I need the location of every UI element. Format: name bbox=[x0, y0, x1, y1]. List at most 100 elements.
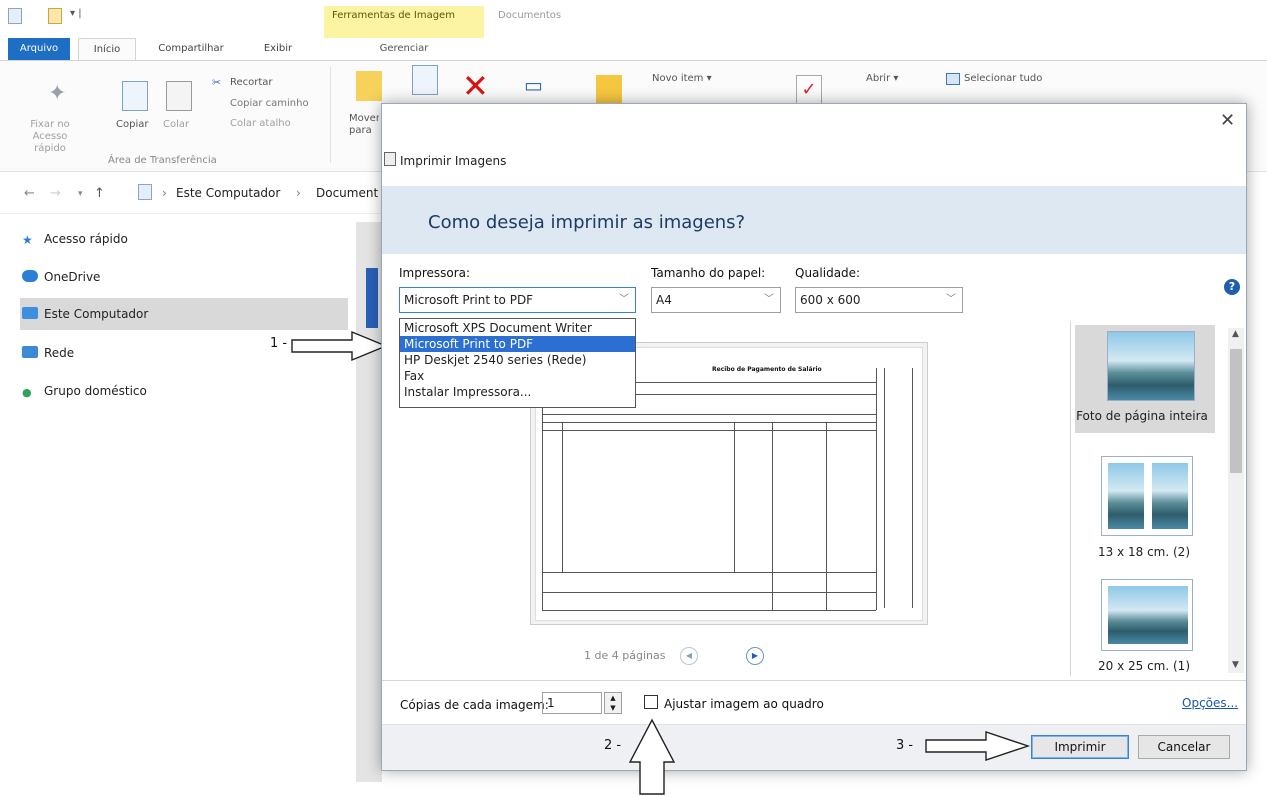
print-button[interactable]: Imprimir bbox=[1031, 735, 1129, 759]
paste-label[interactable]: Colar bbox=[163, 119, 189, 130]
layout-thumb-13x18[interactable] bbox=[1101, 456, 1193, 536]
move-icon[interactable] bbox=[356, 71, 382, 101]
printer-option[interactable]: HP Deskjet 2540 series (Rede) bbox=[400, 352, 635, 368]
tab-arquivo[interactable]: Arquivo bbox=[8, 38, 70, 60]
help-icon[interactable]: ? bbox=[1224, 279, 1240, 295]
cloud-icon bbox=[22, 270, 38, 282]
new-folder-icon[interactable] bbox=[596, 75, 622, 105]
cancel-button[interactable]: Cancelar bbox=[1138, 735, 1230, 759]
options-link[interactable]: Opções... bbox=[1182, 696, 1238, 710]
copy-path-label[interactable]: Copiar caminho bbox=[230, 98, 309, 109]
printer-dropdown-list: Microsoft XPS Document Writer Microsoft … bbox=[399, 318, 636, 408]
paste-icon[interactable] bbox=[166, 81, 192, 111]
paper-size-label: Tamanho do papel: bbox=[651, 266, 766, 280]
scrollbar-thumb[interactable] bbox=[1230, 349, 1242, 473]
print-pictures-dialog: ✕ Imprimir Imagens Como deseja imprimir … bbox=[381, 103, 1247, 771]
copy-icon[interactable] bbox=[122, 81, 148, 111]
folder-icon[interactable] bbox=[48, 8, 62, 24]
nav-item-onedrive[interactable]: OneDrive bbox=[22, 262, 342, 292]
layout-label[interactable]: 13 x 18 cm. (2) bbox=[1069, 545, 1219, 559]
copy-to-icon[interactable] bbox=[412, 65, 438, 95]
tab-inicio[interactable]: Início bbox=[78, 38, 136, 60]
chevron-down-icon: ﹀ bbox=[946, 294, 956, 305]
up-icon[interactable]: ↑ bbox=[94, 186, 105, 201]
breadcrumb-documents[interactable]: Document bbox=[316, 186, 378, 200]
computer-icon bbox=[138, 184, 152, 200]
next-page-icon[interactable]: ▶ bbox=[746, 647, 764, 665]
paper-size-select[interactable]: A4 ﹀ bbox=[651, 287, 781, 313]
network-icon bbox=[22, 346, 38, 358]
preview-document-title: Recibo de Pagamento de Salário bbox=[712, 366, 822, 373]
cut-icon[interactable]: ✂ bbox=[212, 76, 221, 89]
explorer-titlebar: ▾ | bbox=[0, 0, 1267, 36]
nav-item-label: OneDrive bbox=[44, 270, 101, 284]
quality-select[interactable]: 600 x 600 ﹀ bbox=[795, 287, 963, 313]
preview-line bbox=[826, 422, 827, 610]
breadcrumb-separator: › bbox=[162, 186, 167, 200]
copy-label[interactable]: Copiar bbox=[116, 119, 148, 130]
pin-label[interactable]: Fixar no Acesso rápido bbox=[20, 119, 80, 155]
qat-dropdown-icon[interactable]: ▾ | bbox=[70, 8, 82, 19]
nav-item-label: Rede bbox=[44, 346, 75, 360]
cut-label[interactable]: Recortar bbox=[230, 77, 273, 88]
forward-icon[interactable]: → bbox=[50, 186, 61, 201]
dialog-title: Imprimir Imagens bbox=[400, 154, 507, 168]
printer-select[interactable]: Microsoft Print to PDF ﹀ bbox=[399, 287, 636, 313]
nav-item-label: Grupo doméstico bbox=[44, 384, 147, 398]
back-icon[interactable]: ← bbox=[24, 186, 35, 201]
scroll-down-icon[interactable]: ▼ bbox=[1232, 660, 1239, 670]
layout-thumb-20x25[interactable] bbox=[1101, 579, 1193, 651]
copies-stepper[interactable]: ▲ ▼ bbox=[604, 692, 622, 714]
new-item-label[interactable]: Novo item ▾ bbox=[652, 73, 712, 84]
open-label[interactable]: Abrir ▾ bbox=[866, 73, 898, 84]
printer-option[interactable]: Microsoft XPS Document Writer bbox=[400, 320, 635, 336]
monitor-icon bbox=[22, 307, 38, 319]
fit-picture-checkbox[interactable] bbox=[644, 695, 658, 709]
move-label[interactable]: Mover para bbox=[349, 113, 379, 139]
layout-thumb-full-page[interactable] bbox=[1107, 331, 1195, 401]
preview-line bbox=[734, 422, 735, 572]
preview-line bbox=[884, 368, 885, 608]
scroll-up-icon[interactable]: ▲ bbox=[1232, 329, 1239, 339]
dialog-heading: Como deseja imprimir as imagens? bbox=[428, 212, 746, 233]
copies-input[interactable]: 1 bbox=[542, 692, 602, 714]
paste-shortcut-label[interactable]: Colar atalho bbox=[230, 118, 291, 129]
breadcrumb-este-computador[interactable]: Este Computador bbox=[176, 186, 280, 200]
quality-value: 600 x 600 bbox=[800, 293, 861, 307]
layout-label[interactable]: 20 x 25 cm. (1) bbox=[1069, 659, 1219, 673]
tab-compartilhar[interactable]: Compartilhar bbox=[146, 38, 236, 60]
thumb-image bbox=[1108, 586, 1188, 644]
rename-icon[interactable]: ▭ bbox=[524, 73, 543, 97]
layout-label[interactable]: Foto de página inteira bbox=[1067, 409, 1217, 423]
printer-option[interactable]: Instalar Impressora... bbox=[400, 384, 635, 400]
recent-locations-icon[interactable]: ▾ bbox=[78, 189, 83, 199]
contextual-tab-documents: Documentos bbox=[498, 10, 562, 21]
annotation-step1: 1 - bbox=[270, 336, 288, 351]
annotation-arrow-up-2 bbox=[628, 718, 676, 795]
pin-icon[interactable]: ✦ bbox=[48, 81, 74, 111]
fit-picture-label[interactable]: Ajustar imagem ao quadro bbox=[664, 697, 824, 711]
printer-label: Impressora: bbox=[399, 266, 471, 280]
file-thumbnail bbox=[366, 268, 378, 328]
star-icon: ★ bbox=[22, 233, 33, 247]
group-separator bbox=[330, 67, 331, 163]
select-all-label[interactable]: Selecionar tudo bbox=[964, 73, 1042, 84]
select-all-icon[interactable] bbox=[946, 73, 960, 85]
tab-exibir[interactable]: Exibir bbox=[258, 38, 298, 60]
chevron-down-icon: ﹀ bbox=[764, 294, 774, 305]
quality-label: Qualidade: bbox=[795, 266, 861, 280]
nav-item-este-computador[interactable]: Este Computador bbox=[22, 299, 342, 329]
printer-option-selected[interactable]: Microsoft Print to PDF bbox=[400, 336, 635, 352]
prev-page-icon[interactable]: ◀ bbox=[680, 647, 698, 665]
nav-item-acesso-rapido[interactable]: ★ Acesso rápido bbox=[22, 224, 342, 254]
nav-item-grupo-domestico[interactable]: ● Grupo doméstico bbox=[22, 376, 342, 406]
tab-gerenciar[interactable]: Gerenciar bbox=[324, 38, 484, 60]
printer-option[interactable]: Fax bbox=[400, 368, 635, 384]
preview-line bbox=[542, 382, 543, 610]
properties-icon[interactable] bbox=[8, 8, 22, 24]
properties-big-icon[interactable]: ✓ bbox=[796, 75, 822, 105]
close-icon[interactable]: ✕ bbox=[1220, 110, 1235, 131]
dialog-header: Como deseja imprimir as imagens? bbox=[382, 186, 1246, 254]
delete-icon[interactable]: ✕ bbox=[462, 70, 489, 102]
nav-item-label: Acesso rápido bbox=[44, 232, 128, 246]
